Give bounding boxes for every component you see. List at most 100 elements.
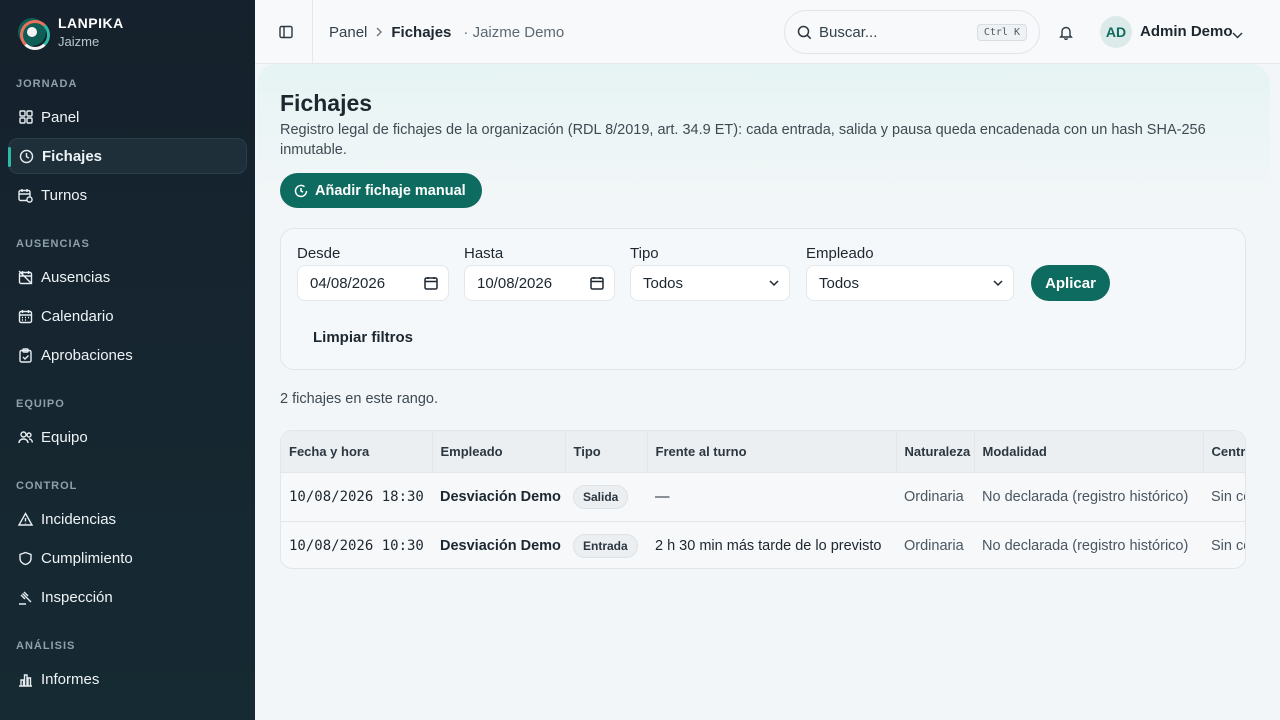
bar-chart-icon xyxy=(18,672,33,687)
column-header[interactable]: Centro xyxy=(1203,431,1245,472)
chevron-down-icon xyxy=(769,280,779,287)
chevron-down-icon[interactable] xyxy=(1232,26,1243,44)
brand-org: Jaizme xyxy=(58,34,100,49)
table-row[interactable]: 10/08/2026 18:30 Desviación Demo Salida … xyxy=(281,472,1245,521)
nav-section-equipo: EQUIPO xyxy=(16,398,65,410)
nav-section-analisis: ANÁLISIS xyxy=(16,640,76,652)
cell-nature: Ordinaria xyxy=(904,488,964,505)
employee-select[interactable]: Todos xyxy=(806,265,1014,301)
column-header[interactable]: Fecha y hora xyxy=(281,431,433,472)
cell-mode: No declarada (registro histórico) xyxy=(982,537,1189,554)
sidebar-item-inspeccion[interactable]: Inspección xyxy=(8,579,247,615)
search-shortcut: Ctrl K xyxy=(976,24,1027,41)
apply-filters-button[interactable]: Aplicar xyxy=(1031,265,1110,301)
chevron-right-icon xyxy=(375,27,383,37)
sidebar-item-incidencias[interactable]: Incidencias xyxy=(8,501,247,537)
column-header[interactable]: Frente al turno xyxy=(647,431,897,472)
calendar-icon[interactable] xyxy=(590,276,604,290)
table-scroll-area[interactable]: Fecha y hora Empleado Tipo Frente al tur… xyxy=(281,431,1245,568)
cell-vs-shift: 2 h 30 min más tarde de lo previsto xyxy=(655,537,882,554)
nav-section-jornada: JORNADA xyxy=(16,78,78,90)
nav-section-control: CONTROL xyxy=(16,480,78,492)
nav-section-ausencias: AUSENCIAS xyxy=(16,238,90,250)
sidebar: LANPIKA Jaizme JORNADA Panel Fichajes Tu… xyxy=(0,0,255,720)
warning-icon xyxy=(18,511,33,527)
type-select[interactable]: Todos xyxy=(630,265,790,301)
column-header[interactable]: Naturaleza xyxy=(896,431,975,472)
sidebar-item-label: Cumplimiento xyxy=(41,549,133,567)
cell-mode: No declarada (registro histórico) xyxy=(982,488,1189,505)
type-label: Tipo xyxy=(630,245,659,262)
sidebar-item-ausencias[interactable]: Ausencias xyxy=(8,259,247,295)
page-title: Fichajes xyxy=(280,90,373,116)
entries-table-grid: Fecha y hora Empleado Tipo Frente al tur… xyxy=(281,431,1245,568)
header-divider xyxy=(312,0,313,64)
chevron-down-icon xyxy=(993,280,1003,287)
to-date-value: 10/08/2026 xyxy=(477,274,553,292)
cell-center: Sin centro xyxy=(1211,537,1245,554)
avatar[interactable]: AD xyxy=(1100,16,1132,48)
grid-icon xyxy=(18,110,33,125)
cell-employee: Desviación Demo xyxy=(440,537,561,554)
user-name[interactable]: Admin Demo xyxy=(1140,23,1233,40)
sidebar-item-aprobaciones[interactable]: Aprobaciones xyxy=(8,337,247,373)
sidebar-item-fichajes[interactable]: Fichajes xyxy=(8,138,247,174)
sidebar-item-label: Turnos xyxy=(41,186,88,204)
calendar-off-icon xyxy=(18,270,33,285)
cell-center: Sin centro xyxy=(1211,488,1245,505)
column-header[interactable]: Tipo xyxy=(565,431,648,472)
page-description: Registro legal de fichajes de la organiz… xyxy=(280,122,1206,158)
cell-vs-shift: — xyxy=(655,488,670,505)
from-date-input[interactable]: 04/08/2026 xyxy=(297,265,449,301)
table-row[interactable]: 10/08/2026 10:30 Desviación Demo Entrada… xyxy=(281,521,1245,568)
search-box[interactable]: Ctrl K xyxy=(784,10,1040,54)
brand-name: LANPIKA xyxy=(58,15,124,31)
type-badge: Entrada xyxy=(573,533,638,558)
sidebar-item-equipo[interactable]: Equipo xyxy=(8,419,247,455)
brand[interactable]: LANPIKA Jaizme xyxy=(0,0,255,64)
add-manual-entry-label: Añadir fichaje manual xyxy=(315,182,466,199)
column-header[interactable]: Modalidad xyxy=(974,431,1204,472)
calendar-clock-icon xyxy=(18,188,33,203)
sidebar-item-label: Incidencias xyxy=(41,510,117,528)
entries-table: Fecha y hora Empleado Tipo Frente al tur… xyxy=(280,430,1246,569)
calendar-icon[interactable] xyxy=(424,276,438,290)
top-header: Panel Fichajes · Jaizme Demo Ctrl K AD A… xyxy=(255,0,1280,64)
type-badge: Salida xyxy=(573,484,629,509)
filters-panel: Desde 04/08/2026 Hasta 10/08/2026 Tipo T… xyxy=(280,228,1246,370)
employee-select-value: Todos xyxy=(819,274,860,292)
sidebar-item-calendario[interactable]: Calendario xyxy=(8,298,247,334)
search-icon xyxy=(797,25,812,40)
to-date-input[interactable]: 10/08/2026 xyxy=(464,265,615,301)
clipboard-check-icon xyxy=(18,347,33,363)
type-select-value: Todos xyxy=(643,274,684,292)
breadcrumb-org: · Jaizme Demo xyxy=(463,23,565,41)
add-manual-entry-button[interactable]: Añadir fichaje manual xyxy=(280,173,482,208)
clock-icon xyxy=(19,149,34,164)
sidebar-item-label: Ausencias xyxy=(41,268,111,286)
results-count: 2 fichajes en este rango. xyxy=(280,391,438,407)
breadcrumb-current: Fichajes xyxy=(391,23,452,41)
calendar-icon xyxy=(18,309,33,324)
sidebar-item-panel[interactable]: Panel xyxy=(8,99,247,135)
sidebar-item-label: Inspección xyxy=(41,588,113,606)
sidebar-item-label: Aprobaciones xyxy=(41,346,133,364)
breadcrumb-root[interactable]: Panel xyxy=(329,24,367,41)
sidebar-item-label: Fichajes xyxy=(42,147,103,165)
cell-type: Salida xyxy=(565,472,647,521)
sidebar-item-cumplimiento[interactable]: Cumplimiento xyxy=(8,540,247,576)
bell-icon[interactable] xyxy=(1057,22,1075,42)
sidebar-item-informes[interactable]: Informes xyxy=(8,661,247,697)
clock-plus-icon xyxy=(294,184,308,198)
column-header[interactable]: Empleado xyxy=(432,431,566,472)
table-header-row: Fecha y hora Empleado Tipo Frente al tur… xyxy=(281,431,1245,472)
cell-datetime: 10/08/2026 10:30 xyxy=(289,537,424,554)
clear-filters-button[interactable]: Limpiar filtros xyxy=(313,325,413,349)
sidebar-item-turnos[interactable]: Turnos xyxy=(8,177,247,213)
gavel-icon xyxy=(18,590,33,605)
brand-logo xyxy=(18,18,50,50)
employee-label: Empleado xyxy=(806,245,874,262)
search-input[interactable] xyxy=(819,23,969,41)
shield-icon xyxy=(18,551,33,566)
sidebar-toggle-icon[interactable] xyxy=(275,22,297,42)
